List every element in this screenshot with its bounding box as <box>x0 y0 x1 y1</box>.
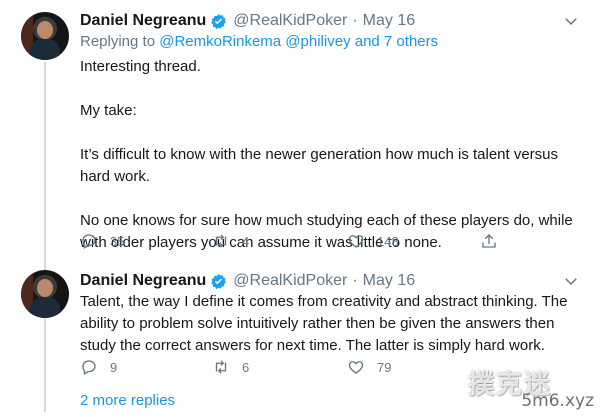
thread-connector-line <box>44 62 46 412</box>
heart-icon <box>348 361 364 374</box>
reply-button[interactable]: 35 <box>80 232 124 250</box>
author-handle[interactable]: @RealKidPoker <box>233 12 347 30</box>
avatar[interactable] <box>21 12 69 60</box>
tweet-header: Daniel Negreanu @RealKidPoker · May 16 <box>80 11 415 31</box>
share-icon <box>482 234 496 248</box>
tweet-date[interactable]: May 16 <box>363 12 415 30</box>
reply-count: 9 <box>110 359 118 375</box>
separator: · <box>352 272 358 289</box>
avatar[interactable] <box>21 270 69 318</box>
heart-icon <box>348 235 364 248</box>
retweet-button[interactable]: 4 <box>212 232 249 250</box>
chevron-down-icon[interactable] <box>562 12 580 30</box>
watermark-logo: 撲克迷 <box>468 369 553 399</box>
paragraph: It’s difficult to know with the newer ge… <box>80 146 559 185</box>
author-name[interactable]: Daniel Negreanu <box>80 272 206 290</box>
paragraph: Talent, the way I define it comes from c… <box>80 293 568 354</box>
paragraph: Interesting thread. <box>80 58 201 75</box>
retweet-count: 4 <box>242 233 250 249</box>
author-name[interactable]: Daniel Negreanu <box>80 12 206 30</box>
watermark-site: 5m6.xyz <box>521 391 594 411</box>
author-handle[interactable]: @RealKidPoker <box>233 272 347 290</box>
replying-to-label: Replying to <box>80 33 156 50</box>
retweet-icon <box>215 234 227 248</box>
tweet-actions: 35 4 148 <box>80 232 500 252</box>
tweet-text: Talent, the way I define it comes from c… <box>80 291 590 357</box>
reply-button[interactable]: 9 <box>80 358 117 376</box>
separator: · <box>352 12 358 29</box>
more-replies-link[interactable]: 2 more replies <box>80 392 175 409</box>
verified-badge-icon <box>210 13 227 30</box>
share-button[interactable] <box>480 232 510 250</box>
tweet-text: Interesting thread. My take: It’s diffic… <box>80 56 590 254</box>
retweet-count: 6 <box>242 359 250 375</box>
tweet-header: Daniel Negreanu @RealKidPoker · May 16 <box>80 271 415 291</box>
like-count: 148 <box>377 233 399 249</box>
verified-badge-icon <box>210 273 227 290</box>
reply-count: 35 <box>110 233 125 249</box>
retweet-icon <box>215 360 227 374</box>
paragraph: My take: <box>80 102 137 119</box>
chevron-down-icon[interactable] <box>562 272 580 290</box>
tweet-date[interactable]: May 16 <box>363 272 415 290</box>
replying-to: Replying to @RemkoRinkema @philivey and … <box>80 33 438 50</box>
like-button[interactable]: 79 <box>347 358 391 376</box>
tweet-actions: 9 6 79 <box>80 358 500 378</box>
retweet-button[interactable]: 6 <box>212 358 249 376</box>
like-button[interactable]: 148 <box>347 232 399 250</box>
like-count: 79 <box>377 359 392 375</box>
reply-icon <box>82 360 96 375</box>
reply-targets-link[interactable]: @RemkoRinkema @philivey and 7 others <box>159 33 438 50</box>
reply-icon <box>82 234 96 249</box>
